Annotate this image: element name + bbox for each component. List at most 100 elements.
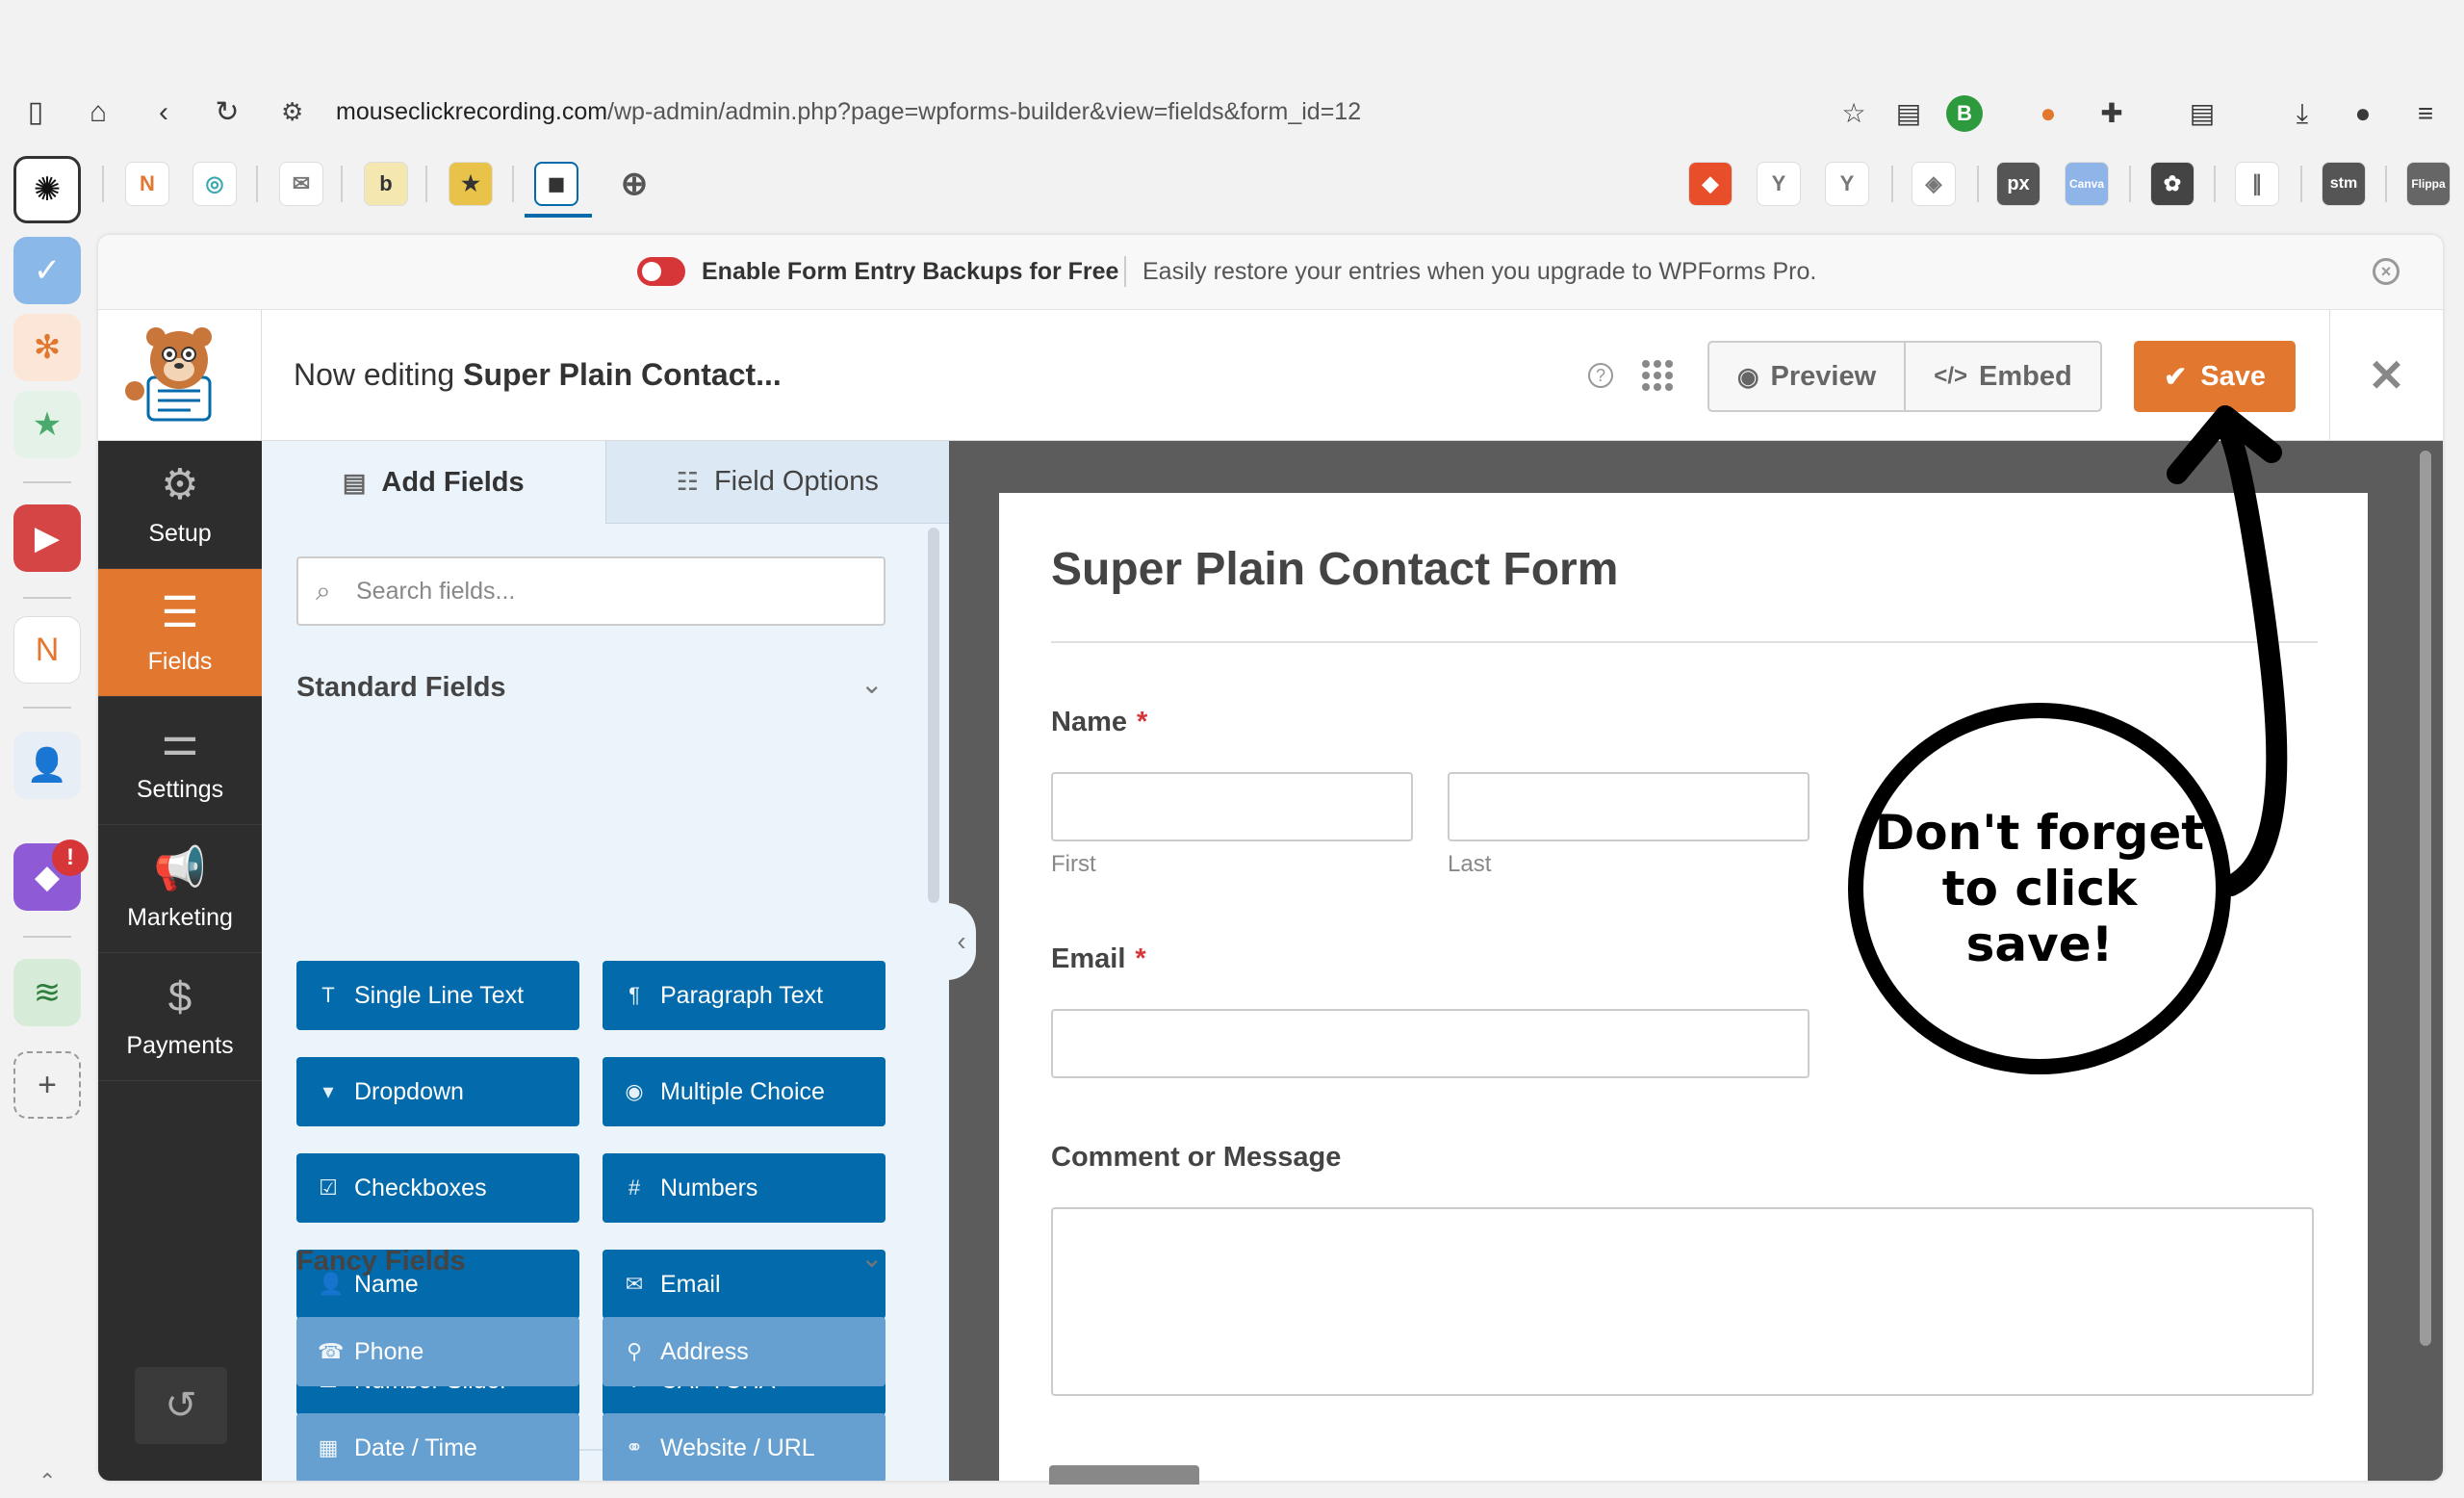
last-name-input[interactable] — [1448, 772, 1810, 841]
email-field-label[interactable]: Email * — [1051, 943, 1146, 975]
tab-list-icon[interactable]: ▤ — [1891, 96, 1926, 131]
bookmark-yoast-icon[interactable]: Y — [1757, 162, 1801, 206]
revision-history-icon[interactable]: ↺ — [135, 1367, 227, 1444]
code-icon: </> — [1934, 363, 1967, 389]
dock-spotify-icon[interactable]: ≋ — [13, 959, 81, 1026]
bookmark-chatgpt-icon[interactable]: ✿ — [2150, 162, 2194, 206]
bookmark-divider — [2385, 166, 2387, 202]
bookmark-divider — [102, 166, 104, 202]
dock-youtube-icon[interactable]: ▶ — [13, 504, 81, 572]
bookmark-yoast2-icon[interactable]: Y — [1825, 162, 1869, 206]
field-date-time[interactable]: ▦ Date / Time — [296, 1413, 579, 1481]
chevron-down-icon[interactable]: ⌄ — [860, 1242, 883, 1274]
dock-collapse-icon[interactable]: ⌃ — [38, 1469, 56, 1494]
menu-icon[interactable]: ≡ — [2408, 96, 2443, 131]
bookmark-divider — [256, 166, 258, 202]
collapse-panel-icon[interactable]: ‹ — [947, 903, 976, 980]
address-bar[interactable]: ⚙ mouseclickrecording.com/wp-admin/admin… — [270, 87, 1983, 139]
sliders-icon: ⚌ — [161, 716, 199, 764]
required-mark: * — [1137, 707, 1148, 737]
form-preview-area: ‹ Super Plain Contact Form Name * First L… — [947, 441, 2443, 1481]
dock-chatgpt-icon[interactable]: ✺ — [13, 156, 81, 223]
help-icon[interactable]: ? — [1588, 363, 1613, 388]
download-icon[interactable]: ⤓ — [2285, 96, 2320, 131]
profile-avatar[interactable]: B — [1946, 95, 1983, 132]
backup-notice-bar: Enable Form Entry Backups for Free Easil… — [98, 235, 2443, 310]
embed-button[interactable]: </> Embed — [1904, 343, 2100, 410]
bear-mascot-icon — [125, 327, 212, 422]
fancy-fields-title: Fancy Fields — [296, 1246, 466, 1277]
dock-person-icon[interactable]: 👤 — [13, 732, 81, 799]
bookmark-stm[interactable]: stm — [2322, 162, 2366, 206]
bookmark-game-icon[interactable]: ★ — [449, 162, 493, 206]
email-input[interactable] — [1051, 1009, 1810, 1078]
bookmark-flippa[interactable]: Flippa — [2406, 162, 2451, 206]
site-settings-icon[interactable]: ⚙ — [281, 97, 303, 127]
bookmark-fingerprint-icon[interactable]: ◎ — [192, 162, 237, 206]
bookmark-mail-icon[interactable]: ✉ — [279, 162, 323, 206]
bookmark-canva[interactable]: Canva — [2065, 162, 2109, 206]
reading-list-icon[interactable]: ▤ — [2185, 96, 2220, 131]
bookmark-px[interactable]: px — [1996, 162, 2040, 206]
bookmark-star-icon[interactable]: ☆ — [1836, 96, 1871, 131]
bookmark-divider — [2214, 166, 2216, 202]
bookmark-divider — [425, 166, 427, 202]
message-field-label[interactable]: Comment or Message — [1051, 1142, 1341, 1174]
notice-close-icon[interactable]: × — [2373, 258, 2400, 285]
first-name-input[interactable] — [1051, 772, 1413, 841]
account-icon[interactable]: ● — [2346, 96, 2380, 131]
field-address[interactable]: ⚲ Address — [603, 1317, 886, 1386]
bookmark-layer-icon[interactable]: ◈ — [1912, 162, 1956, 206]
sidebar-item-label: Payments — [126, 1031, 234, 1059]
annotation-callout: Don't forget to click save! — [1848, 703, 2231, 1074]
title-divider — [1051, 641, 2318, 643]
extension-icon[interactable]: ● — [2031, 96, 2066, 131]
bookmark-pause-icon[interactable]: ∥ — [2235, 162, 2279, 206]
reload-icon[interactable]: ↻ — [211, 96, 244, 129]
back-icon[interactable]: ‹ — [147, 96, 180, 129]
embed-label: Embed — [1979, 360, 2072, 392]
apps-grid-icon[interactable] — [1642, 360, 1673, 391]
add-bookmark-icon[interactable]: ⊕ — [612, 162, 656, 206]
home-icon[interactable]: ⌂ — [82, 96, 115, 129]
bookmark-camera-icon[interactable]: ◼ — [534, 162, 578, 206]
save-button[interactable]: ✔ Save — [2134, 341, 2296, 412]
phone-icon: ☎ — [318, 1339, 345, 1363]
bookmark-b[interactable]: b — [364, 162, 408, 206]
close-builder-icon[interactable]: ✕ — [2329, 310, 2443, 441]
panel-scrollbar[interactable] — [928, 528, 939, 903]
sidebar-toggle-icon[interactable]: ▯ — [19, 96, 52, 129]
bookmark-orange-icon[interactable]: ◆ — [1688, 162, 1732, 206]
bookmark-namecheap[interactable]: N — [125, 162, 169, 206]
sidebar-item-label: Fields — [147, 647, 213, 675]
sidebar-item-settings[interactable]: ⚌ Settings — [98, 697, 262, 825]
sidebar-item-marketing[interactable]: 📢 Marketing — [98, 825, 262, 953]
sidebar-item-setup[interactable]: ⚙ Setup — [98, 441, 262, 569]
dock-check-icon[interactable]: ✓ — [13, 237, 81, 304]
dock-asterisk-icon[interactable]: ✻ — [13, 314, 81, 381]
save-label: Save — [2200, 360, 2267, 392]
preview-scrollbar[interactable] — [2420, 451, 2431, 1346]
map-pin-icon: ⚲ — [626, 1339, 643, 1363]
extensions-puzzle-icon[interactable]: ✚ — [2094, 96, 2129, 131]
first-sublabel: First — [1051, 851, 1096, 877]
dock-namecheap-icon[interactable]: N — [13, 616, 81, 684]
backup-toggle[interactable] — [637, 257, 685, 286]
field-label: Date / Time — [354, 1433, 477, 1461]
last-sublabel: Last — [1448, 851, 1492, 877]
dock-star-icon[interactable]: ★ — [13, 391, 81, 458]
preview-label: Preview — [1770, 360, 1877, 392]
sidebar-item-fields[interactable]: ☰ Fields — [98, 569, 262, 697]
required-mark: * — [1135, 943, 1146, 974]
message-textarea[interactable] — [1051, 1207, 2314, 1396]
name-field-label[interactable]: Name * — [1051, 707, 1147, 738]
sidebar-item-payments[interactable]: $ Payments — [98, 953, 262, 1081]
name-label-text: Name — [1051, 707, 1127, 737]
dock-add-icon[interactable]: + — [13, 1051, 81, 1119]
submit-button-stub[interactable] — [1049, 1465, 1199, 1485]
field-website-url[interactable]: ⚭ Website / URL — [603, 1413, 886, 1481]
url-domain: mouseclickrecording.com — [336, 98, 608, 125]
form-title: Super Plain Contact Form — [1051, 544, 1619, 595]
field-phone[interactable]: ☎ Phone — [296, 1317, 579, 1386]
preview-button[interactable]: ◉ Preview — [1709, 343, 1904, 410]
